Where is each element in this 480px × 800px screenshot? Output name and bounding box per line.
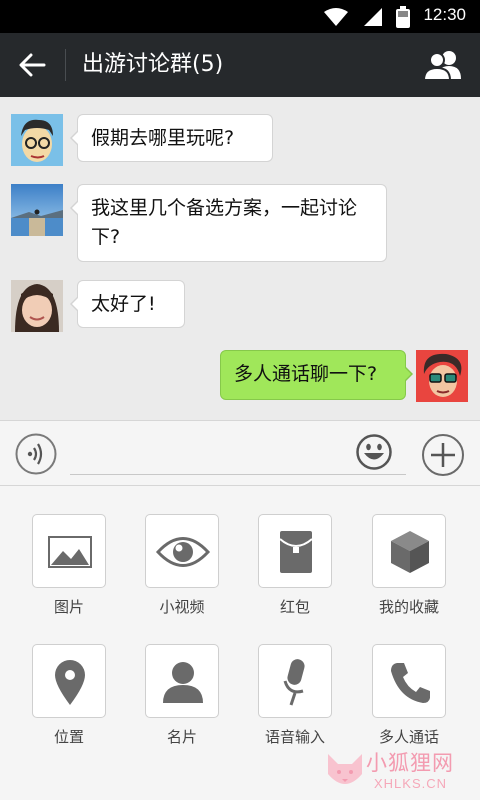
tool-red-envelope[interactable]: 红包 xyxy=(248,514,348,634)
fox-logo-icon xyxy=(328,754,362,784)
chat-area[interactable]: 假期去哪里玩呢? 我这里几个备选方案，一起讨论下? 太好了! 多人通话聊一下? xyxy=(0,97,480,420)
tool-voice-input-tile[interactable] xyxy=(258,644,332,718)
phone-icon xyxy=(391,663,430,703)
tool-label: 位置 xyxy=(53,728,84,746)
eye-icon xyxy=(155,537,211,567)
tool-images-tile[interactable] xyxy=(32,514,106,588)
tool-short-video[interactable]: 小视频 xyxy=(135,514,235,634)
avatar-girl-photo[interactable] xyxy=(11,280,63,332)
tool-label: 我的收藏 xyxy=(378,598,439,616)
person-icon xyxy=(163,662,203,703)
more-plus-icon[interactable] xyxy=(421,433,465,477)
chat-title: 出游讨论群(5) xyxy=(82,52,224,77)
tool-label: 名片 xyxy=(166,728,197,746)
microphone-icon xyxy=(283,659,305,706)
tool-contact-card[interactable]: 名片 xyxy=(135,644,235,764)
tool-group-call-tile[interactable] xyxy=(372,644,446,718)
status-bar: 12:30 xyxy=(0,0,480,33)
location-pin-icon xyxy=(55,660,85,705)
emoji-icon[interactable] xyxy=(356,434,392,470)
signal-icon xyxy=(364,8,382,26)
group-members-icon[interactable] xyxy=(424,50,462,80)
message-bubble[interactable]: 太好了! xyxy=(70,280,185,328)
watermark: 小狐狸网 XHLKS.CN xyxy=(324,742,474,798)
tool-favorites-tile[interactable] xyxy=(372,514,446,588)
message-bubble[interactable]: 我这里几个备选方案，一起讨论下? xyxy=(70,184,387,262)
tool-label: 小视频 xyxy=(159,598,205,616)
tool-images[interactable]: 图片 xyxy=(22,514,122,634)
status-time: 12:30 xyxy=(423,5,466,24)
input-bar xyxy=(0,420,480,486)
wifi-icon xyxy=(324,8,348,26)
tool-label: 图片 xyxy=(53,598,84,616)
title-divider xyxy=(65,49,66,81)
red-envelope-icon xyxy=(279,531,313,573)
message-bubble[interactable]: 假期去哪里玩呢? xyxy=(70,114,273,162)
cube-icon xyxy=(391,531,429,573)
avatar-cartoon-red[interactable] xyxy=(416,350,468,402)
image-icon xyxy=(48,536,92,568)
title-bar: 出游讨论群(5) xyxy=(0,33,480,97)
watermark-text: 小狐狸网 xyxy=(366,751,454,775)
avatar-lake-scene[interactable] xyxy=(11,184,63,236)
avatar-cartoon-glasses[interactable] xyxy=(11,114,63,166)
tool-location-tile[interactable] xyxy=(32,644,106,718)
tool-contact-card-tile[interactable] xyxy=(145,644,219,718)
tool-favorites[interactable]: 我的收藏 xyxy=(362,514,462,634)
voice-input-icon[interactable] xyxy=(15,433,57,475)
tool-location[interactable]: 位置 xyxy=(22,644,122,764)
battery-icon xyxy=(396,6,410,28)
watermark-subtext: XHLKS.CN xyxy=(374,776,448,791)
my-message-bubble[interactable]: 多人通话聊一下? xyxy=(220,350,413,400)
back-arrow-icon[interactable] xyxy=(18,53,46,77)
tool-red-envelope-tile[interactable] xyxy=(258,514,332,588)
tool-short-video-tile[interactable] xyxy=(145,514,219,588)
tool-label: 红包 xyxy=(279,598,310,616)
